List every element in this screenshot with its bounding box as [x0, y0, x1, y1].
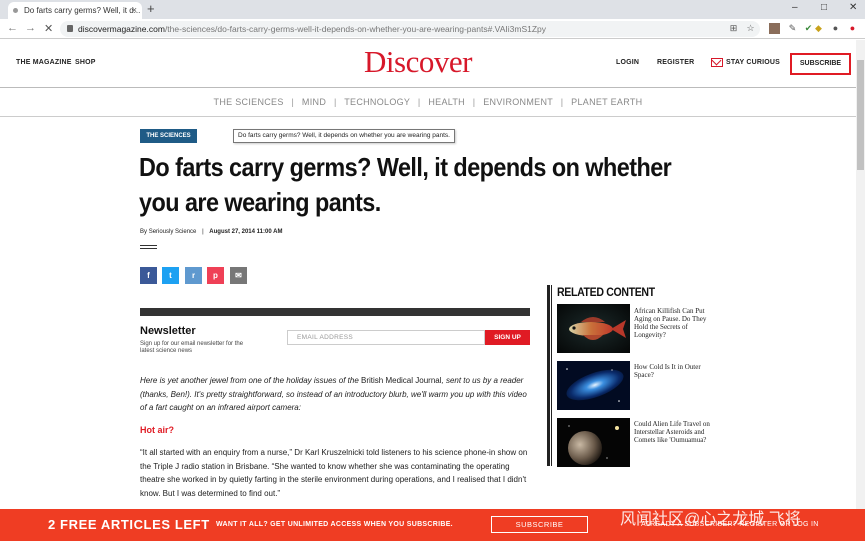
tab-close-icon[interactable]: × [132, 5, 137, 15]
related-divider [551, 285, 552, 466]
double-rule-divider [140, 245, 157, 249]
paywall-subscribe-button[interactable]: SUBSCRIBE [491, 516, 588, 533]
related-item-3-title[interactable]: Could Alien Life Travel on Interstellar … [634, 420, 716, 444]
nav-the-sciences[interactable]: THE SCIENCES [214, 97, 284, 107]
browser-tab-bar: Do farts carry germs? Well, it d... × + … [0, 0, 865, 19]
newsletter-subtitle: Sign up for our email newsletter for the… [140, 341, 244, 354]
nav-separator: | [560, 97, 564, 107]
bookmark-star-icon[interactable]: ☆ [745, 23, 756, 34]
login-link[interactable]: LOGIN [616, 59, 639, 66]
related-item-2-title[interactable]: How Cold Is It in Outer Space? [634, 363, 716, 379]
newsletter-top-bar [140, 308, 530, 316]
nav-health[interactable]: HEALTH [428, 97, 465, 107]
translate-icon[interactable]: ⊞ [728, 23, 739, 34]
nav-separator: | [291, 97, 295, 107]
bmj-link[interactable]: British Medical Journal [361, 376, 441, 385]
maximize-button[interactable]: □ [821, 2, 827, 13]
the-magazine-link[interactable]: THE MAGAZINE [16, 59, 72, 66]
minimize-button[interactable]: – [792, 2, 798, 13]
stay-curious-link[interactable]: STAY CURIOUS [726, 59, 780, 66]
outer-space-thumbnail[interactable] [557, 361, 630, 410]
nav-separator: | [472, 97, 476, 107]
killifish-thumbnail[interactable] [557, 304, 630, 353]
nav-environment[interactable]: ENVIRONMENT [483, 97, 553, 107]
profile-avatar-icon[interactable]: ● [830, 23, 841, 34]
extension-icon[interactable]: ◆ [813, 23, 824, 34]
forward-button[interactable]: → [25, 22, 36, 34]
nav-planet-earth[interactable]: PLANET EARTH [571, 97, 642, 107]
extension-icon[interactable]: ✎ [787, 23, 798, 34]
favicon-icon [13, 8, 18, 13]
byline: By Seriously Science | August 27, 2014 1… [140, 229, 282, 235]
nav-separator: | [333, 97, 337, 107]
category-badge[interactable]: THE SCIENCES [140, 129, 197, 143]
mail-icon [711, 58, 723, 67]
site-header: THE MAGAZINE SHOP Discover LOGIN REGISTE… [0, 40, 856, 88]
twitter-share-icon[interactable]: t [162, 267, 179, 284]
related-item-1-title[interactable]: African Killifish Can Put Aging on Pause… [634, 307, 716, 339]
subheading-hot-air: Hot air? [140, 425, 175, 435]
url-input[interactable]: discovermagazine.com/the-sciences/do-far… [60, 21, 760, 37]
scrollbar-thumb[interactable] [857, 60, 864, 170]
related-divider [547, 285, 550, 466]
newsletter-title: Newsletter [140, 325, 196, 337]
byline-prefix: By [140, 229, 148, 235]
interstellar-asteroid-thumbnail[interactable] [557, 418, 630, 467]
url-path: /the-sciences/do-farts-carry-germs-well-… [164, 24, 547, 34]
stop-reload-button[interactable]: ✕ [44, 22, 53, 35]
discover-logo[interactable]: Discover [364, 44, 472, 80]
menu-icon[interactable]: ● [847, 23, 858, 34]
subscribe-button[interactable]: SUBSCRIBE [790, 53, 851, 75]
facebook-share-icon[interactable]: f [140, 267, 157, 284]
browser-tab[interactable]: Do farts carry germs? Well, it d... × [8, 2, 142, 19]
email-share-icon[interactable]: ✉ [230, 267, 247, 284]
register-link[interactable]: REGISTER [657, 59, 694, 66]
article-headline: Do farts carry germs? Well, it depends o… [139, 152, 672, 217]
body-paragraph: “It all started with an enquiry from a n… [140, 448, 528, 498]
nav-mind[interactable]: MIND [302, 97, 326, 107]
lock-icon [67, 25, 73, 32]
watermark-text: 风闻社区@心之龙城 飞将 [620, 511, 801, 528]
byline-separator: | [202, 229, 204, 235]
nav-technology[interactable]: TECHNOLOGY [344, 97, 410, 107]
author-link[interactable]: Seriously Science [149, 229, 197, 235]
free-articles-left: 2 FREE ARTICLES LEFT [48, 517, 210, 532]
url-host: discovermagazine.com [78, 24, 165, 34]
sign-up-button[interactable]: SIGN UP [485, 330, 530, 345]
new-tab-button[interactable]: + [147, 1, 155, 16]
extension-icon[interactable] [769, 23, 780, 34]
paywall-message: WANT IT ALL? GET UNLIMITED ACCESS WHEN Y… [216, 521, 453, 528]
address-bar-row: ← → ✕ discovermagazine.com/the-sciences/… [0, 19, 865, 39]
email-address-input[interactable]: EMAIL ADDRESS [287, 330, 485, 345]
back-button[interactable]: ← [7, 22, 18, 34]
pocket-share-icon[interactable]: p [207, 267, 224, 284]
tab-title: Do farts carry germs? Well, it d... [24, 6, 141, 15]
intro-text-a: Here is yet another jewel from one of th… [140, 376, 362, 385]
shop-link[interactable]: SHOP [75, 59, 96, 66]
intro-paragraph: Here is yet another jewel from one of th… [140, 374, 530, 415]
reddit-share-icon[interactable]: r [185, 267, 202, 284]
related-content-title: RELATED CONTENT [557, 285, 655, 299]
section-nav: THE SCIENCES | MIND | TECHNOLOGY | HEALT… [0, 89, 856, 117]
window-close-button[interactable]: ✕ [849, 2, 857, 13]
nav-separator: | [417, 97, 421, 107]
article-date: August 27, 2014 11:00 AM [209, 229, 283, 235]
title-tooltip: Do farts carry germs? Well, it depends o… [233, 129, 455, 143]
